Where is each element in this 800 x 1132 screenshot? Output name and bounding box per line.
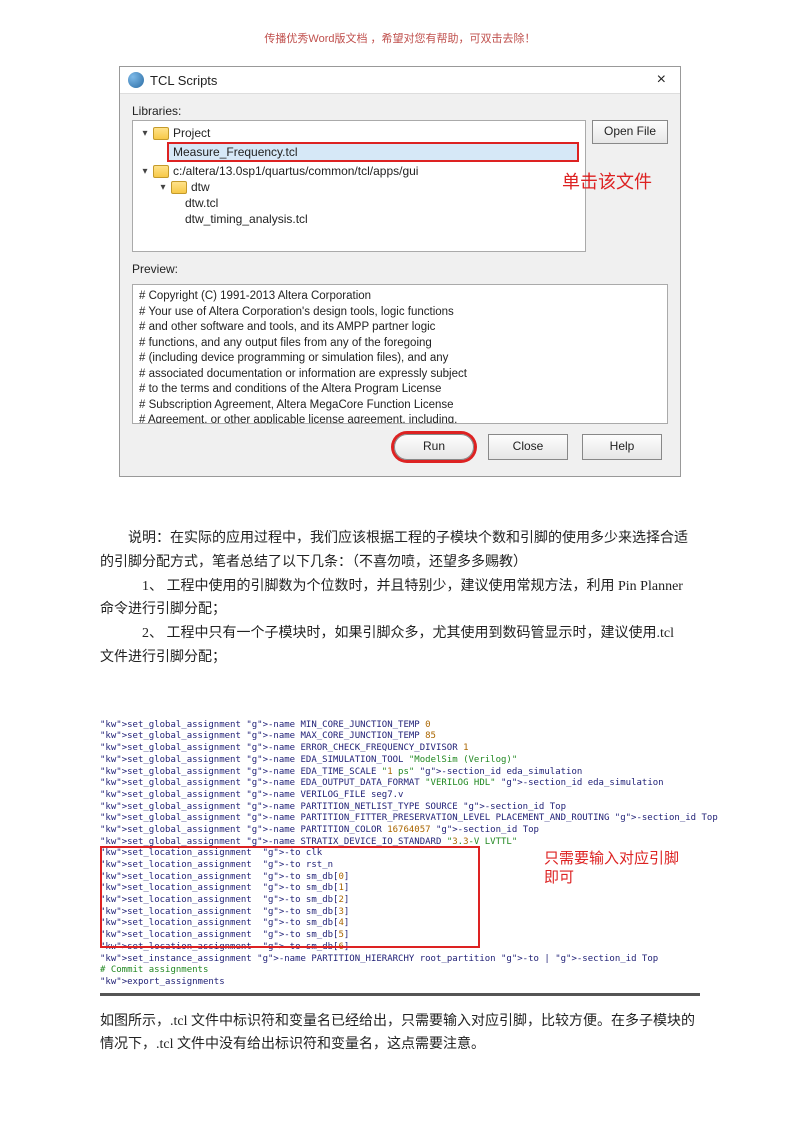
tcl-scripts-dialog: TCL Scripts × Libraries: ▾ Project Measu…	[119, 66, 681, 477]
preview-line: # Copyright (C) 1991-2013 Altera Corpora…	[139, 289, 661, 305]
paragraph: 命令进行引脚分配；	[100, 598, 700, 622]
code-line: "kw">set_instance_assignment "g">-name P…	[100, 954, 700, 966]
libraries-tree[interactable]: ▾ Project Measure_Frequency.tcl ▾ c:/alt…	[132, 120, 586, 252]
tree-label: dtw	[191, 180, 210, 194]
code-line: "kw">set_global_assignment "g">-name MIN…	[100, 720, 700, 732]
code-line: "kw">set_location_assignment "g">-to sm_…	[100, 942, 700, 954]
run-button[interactable]: Run	[394, 434, 474, 460]
preview-line: # and other software and tools, and its …	[139, 320, 661, 336]
code-line: "kw">set_global_assignment "g">-name EDA…	[100, 755, 700, 767]
app-icon	[128, 72, 144, 88]
tree-label: dtw_timing_analysis.tcl	[185, 212, 308, 226]
callout-input-pin: 只需要输入对应引脚 即可	[544, 850, 694, 889]
callout-click-file: 单击该文件	[562, 168, 652, 194]
folder-icon	[153, 165, 169, 178]
preview-line: # to the terms and conditions of the Alt…	[139, 382, 661, 398]
code-line: # Commit assignments	[100, 965, 700, 977]
preview-line: # associated documentation or informatio…	[139, 367, 661, 383]
preview-line: # (including device programming or simul…	[139, 351, 661, 367]
paragraph: 说明：在实际的应用过程中，我们应该根据工程的子模块个数和引脚的使用多少来选择合适…	[100, 527, 700, 575]
chevron-down-icon[interactable]: ▾	[139, 128, 151, 139]
tree-item-dtw[interactable]: ▾ dtw	[157, 179, 579, 195]
tree-label: Measure_Frequency.tcl	[173, 145, 298, 159]
tree-item-project[interactable]: ▾ Project	[139, 125, 579, 141]
code-figure: "kw">set_global_assignment "g">-name MIN…	[100, 720, 700, 996]
close-icon[interactable]: ×	[651, 71, 672, 89]
header-note: 传播优秀Word版文档 ，希望对您有帮助，可双击去除！	[100, 30, 700, 46]
code-line: "kw">set_global_assignment "g">-name STR…	[100, 837, 700, 849]
tree-label: Project	[173, 126, 210, 140]
preview-line: # Subscription Agreement, Altera MegaCor…	[139, 398, 661, 414]
code-line: "kw">set_global_assignment "g">-name PAR…	[100, 802, 700, 814]
close-button[interactable]: Close	[488, 434, 568, 460]
code-line: "kw">set_location_assignment "g">-to sm_…	[100, 918, 700, 930]
code-line: "kw">set_global_assignment "g">-name VER…	[100, 790, 700, 802]
code-line: "kw">set_global_assignment "g">-name EDA…	[100, 778, 700, 790]
preview-label: Preview:	[132, 262, 668, 276]
chevron-down-icon[interactable]: ▾	[157, 182, 169, 193]
help-button[interactable]: Help	[582, 434, 662, 460]
callout-line: 即可	[544, 870, 574, 886]
body-text: 说明：在实际的应用过程中，我们应该根据工程的子模块个数和引脚的使用多少来选择合适…	[100, 527, 700, 670]
folder-icon	[171, 181, 187, 194]
code-line: "kw">set_global_assignment "g">-name ERR…	[100, 743, 700, 755]
paragraph: 如图所示，.tcl 文件中标识符和变量名已经给出，只需要输入对应引脚，比较方便。…	[100, 1010, 700, 1058]
dialog-buttons: Run Close Help	[132, 424, 668, 466]
code-line: "kw">set_global_assignment "g">-name MAX…	[100, 731, 700, 743]
code-line: "kw">set_location_assignment "g">-to sm_…	[100, 907, 700, 919]
code-line: "kw">set_location_assignment "g">-to sm_…	[100, 930, 700, 942]
paragraph: 文件进行引脚分配；	[100, 646, 700, 670]
code-line: "kw">set_global_assignment "g">-name PAR…	[100, 825, 700, 837]
list-item: 1、 工程中使用的引脚数为个位数时，并且特别少，建议使用常规方法，利用 Pin …	[100, 575, 700, 599]
preview-line: # Agreement, or other applicable license…	[139, 413, 661, 424]
dialog-title: TCL Scripts	[150, 73, 217, 88]
preview-line: # functions, and any output files from a…	[139, 336, 661, 352]
preview-pane[interactable]: # Copyright (C) 1991-2013 Altera Corpora…	[132, 284, 668, 424]
code-line: "kw">set_global_assignment "g">-name PAR…	[100, 813, 700, 825]
tree-item-dtw-tcl[interactable]: dtw.tcl	[185, 195, 579, 211]
code-line: "kw">set_global_assignment "g">-name EDA…	[100, 767, 700, 779]
folder-icon	[153, 127, 169, 140]
tree-label: c:/altera/13.0sp1/quartus/common/tcl/app…	[173, 164, 418, 178]
preview-line: # Your use of Altera Corporation's desig…	[139, 305, 661, 321]
callout-line: 只需要输入对应引脚	[544, 851, 679, 867]
tree-item-altera[interactable]: ▾ c:/altera/13.0sp1/quartus/common/tcl/a…	[139, 163, 579, 179]
libraries-label: Libraries:	[132, 104, 668, 118]
code-line: "kw">set_location_assignment "g">-to sm_…	[100, 895, 700, 907]
chevron-down-icon[interactable]: ▾	[139, 166, 151, 177]
titlebar: TCL Scripts ×	[120, 67, 680, 94]
list-item: 2、 工程中只有一个子模块时，如果引脚众多，尤其使用到数码管显示时，建议使用.t…	[100, 622, 700, 646]
code-line: "kw">export_assignments	[100, 977, 700, 989]
tree-item-dtw-timing[interactable]: dtw_timing_analysis.tcl	[185, 211, 579, 227]
tree-item-selected-file[interactable]: Measure_Frequency.tcl	[167, 142, 579, 162]
tree-label: dtw.tcl	[185, 196, 218, 210]
open-file-button[interactable]: Open File	[592, 120, 668, 144]
